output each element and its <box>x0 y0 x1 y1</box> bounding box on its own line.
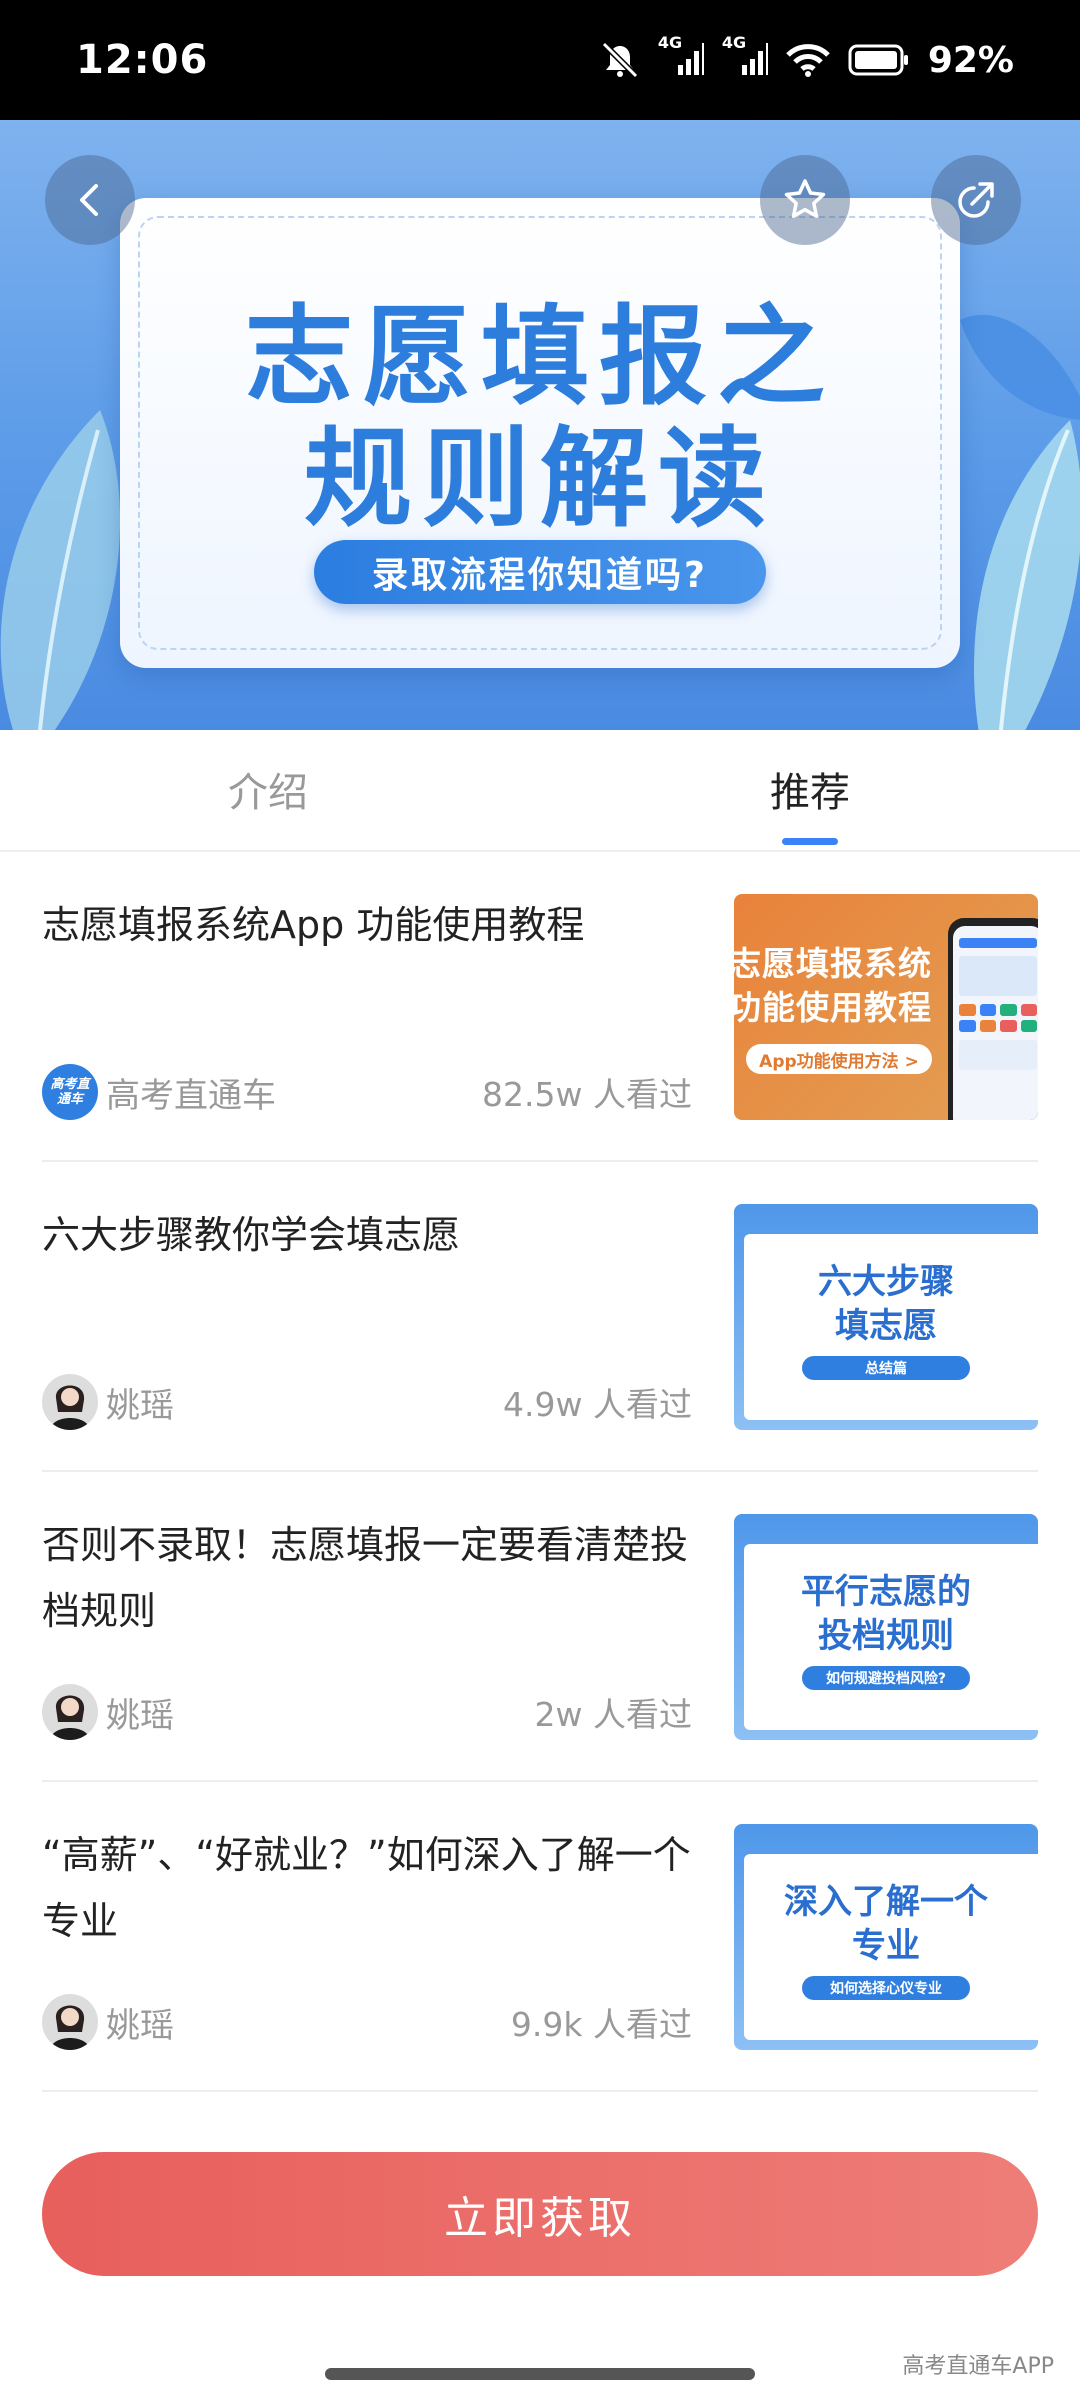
thumb-text-line1: 深入了解一个 <box>784 1882 988 1922</box>
back-button[interactable] <box>45 155 135 245</box>
thumb-text-line2: 功能使用教程 <box>734 988 932 1027</box>
watermark: 高考直通车APP <box>902 2354 1054 2379</box>
banner-subtitle-pill: 录取流程你知道吗? <box>314 540 766 604</box>
wifi-icon <box>786 43 830 77</box>
thumb-pill: 如何规避投档风险? <box>802 1666 970 1690</box>
thumb-pill: 如何选择心仪专业 <box>802 1976 970 2000</box>
signal-icon-1: 4G <box>658 33 704 77</box>
list-item[interactable]: 志愿填报系统App 功能使用教程 高考直通车 高考直通车 82.5w 人看过 志… <box>42 852 1038 1162</box>
get-now-button[interactable]: 立即获取 <box>42 2152 1038 2276</box>
avatar-logo-text: 高考直通车 <box>50 1077 90 1107</box>
thumb-text-line2: 专业 <box>852 1926 920 1966</box>
avatar <box>42 1684 98 1740</box>
avatar: 高考直通车 <box>42 1064 98 1120</box>
status-icons: 4G 4G 92% <box>600 33 1014 81</box>
item-meta: 姚瑶 4.9w 人看过 <box>42 1372 692 1432</box>
status-time: 12:06 <box>76 37 209 83</box>
signal-icon-2: 4G <box>722 33 768 77</box>
view-count: 2w 人看过 <box>534 1695 692 1734</box>
tab-bar: 介绍 推荐 <box>0 730 1080 852</box>
item-title: 志愿填报系统App 功能使用教程 <box>42 903 585 947</box>
battery-icon <box>848 44 910 76</box>
share-icon <box>958 182 994 218</box>
status-bar: 12:06 4G 4G 92% <box>0 0 1080 120</box>
avatar <box>42 1994 98 2050</box>
home-indicator[interactable] <box>325 2368 755 2380</box>
thumb-text-line1: 平行志愿的 <box>801 1572 971 1612</box>
thumb-text-line2: 投档规则 <box>818 1616 954 1656</box>
author-name: 姚瑶 <box>106 1385 174 1426</box>
favorite-button[interactable] <box>760 155 850 245</box>
star-icon <box>784 179 826 218</box>
item-thumbnail: 深入了解一个 专业 如何选择心仪专业 <box>734 1824 1038 2050</box>
battery-percent: 92% <box>927 39 1014 81</box>
author-name: 姚瑶 <box>106 2005 174 2046</box>
mute-icon <box>600 42 640 78</box>
avatar <box>42 1374 98 1430</box>
author-name: 高考直通车 <box>106 1075 276 1116</box>
tab-intro[interactable]: 介绍 <box>228 760 308 818</box>
view-count: 9.9k 人看过 <box>510 2005 692 2044</box>
item-title: 否则不录取！志愿填报一定要看清楚投档规则 <box>42 1523 689 1633</box>
item-meta: 姚瑶 9.9k 人看过 <box>42 1992 692 2052</box>
thumb-text-line2: 填志愿 <box>835 1306 937 1346</box>
tab-recommend[interactable]: 推荐 <box>770 760 850 818</box>
list-item[interactable]: 否则不录取！志愿填报一定要看清楚投档规则 姚瑶 2w 人看过 平行志愿的 投档规… <box>42 1472 1038 1782</box>
thumb-text-line1: 志愿填报系统 <box>734 944 932 983</box>
share-button[interactable] <box>931 155 1021 245</box>
hero-banner: 志愿填报之 规则解读 录取流程你知道吗? <box>0 120 1080 730</box>
item-thumbnail: 平行志愿的 投档规则 如何规避投档风险? <box>734 1514 1038 1740</box>
item-meta: 高考直通车 高考直通车 82.5w 人看过 <box>42 1062 692 1122</box>
phone-illustration <box>948 918 1038 1120</box>
author-name: 姚瑶 <box>106 1695 174 1736</box>
list-item[interactable]: “高薪”、“好就业？”如何深入了解一个专业 姚瑶 9.9k 人看过 深入了解一个… <box>42 1782 1038 2092</box>
thumb-text-line1: 六大步骤 <box>818 1262 954 1302</box>
active-tab-indicator <box>782 838 838 845</box>
thumb-pill: App功能使用方法 > <box>746 1044 932 1074</box>
view-count: 4.9w 人看过 <box>503 1385 692 1424</box>
item-thumbnail: 志愿填报系统 功能使用教程 App功能使用方法 > <box>734 894 1038 1120</box>
chevron-left-icon <box>80 184 98 216</box>
item-title: 六大步骤教你学会填志愿 <box>42 1213 461 1257</box>
item-thumbnail: 六大步骤 填志愿 总结篇 <box>734 1204 1038 1430</box>
thumb-pill: 总结篇 <box>802 1356 970 1380</box>
item-meta: 姚瑶 2w 人看过 <box>42 1682 692 1742</box>
list-item[interactable]: 六大步骤教你学会填志愿 姚瑶 4.9w 人看过 六大步骤 填志愿 总结篇 <box>42 1162 1038 1472</box>
item-title: “高薪”、“好就业？”如何深入了解一个专业 <box>42 1833 691 1943</box>
view-count: 82.5w 人看过 <box>482 1075 692 1114</box>
banner-title-line2: 规则解读 <box>303 417 776 542</box>
